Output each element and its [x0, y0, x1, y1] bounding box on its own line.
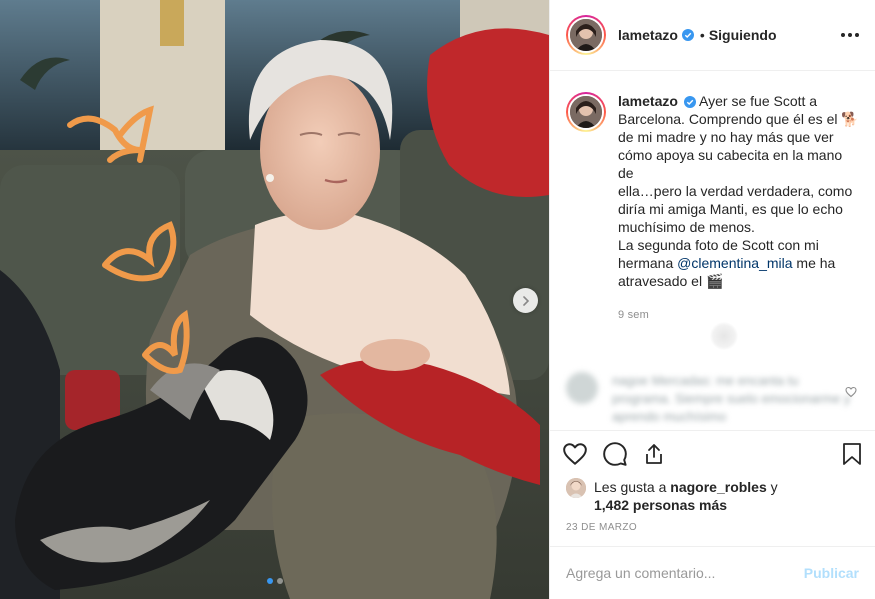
bookmark-icon [843, 442, 861, 465]
likes-prefix: Les gusta a [594, 479, 667, 495]
post-time-ago[interactable]: 9 sem [618, 306, 859, 324]
comment-button[interactable] [602, 434, 642, 474]
post-actions-bar [550, 430, 875, 476]
caption-line: La segunda foto de Scott con mi [618, 237, 819, 253]
add-comment-form: Publicar [550, 546, 875, 599]
share-icon [646, 443, 662, 464]
liker-avatar[interactable] [566, 478, 586, 498]
comment-like-heart-icon[interactable] [845, 386, 857, 398]
likes-joiner: y [770, 479, 778, 495]
avatar-image [570, 96, 602, 128]
likes-count-link[interactable]: 1,482 personas más [594, 497, 727, 513]
avatar-image [570, 19, 602, 51]
caption-username[interactable]: lametazo [618, 93, 678, 109]
save-button[interactable] [823, 434, 863, 474]
caption-line: hermana [618, 255, 674, 271]
header-separator: • [699, 27, 705, 43]
post-side-panel: lametazo • Siguiendo lametazo Ayer se fu… [549, 0, 875, 599]
comment-text: nagoe Mercadas: me encanta tu programa. … [612, 373, 851, 424]
post-image [0, 0, 549, 599]
verified-badge-icon [681, 29, 694, 41]
caption-line: atravesado el 🎬 [618, 273, 724, 289]
avatar-image [566, 478, 586, 498]
comment-bubble-icon [603, 441, 627, 466]
post-photo[interactable] [0, 0, 549, 599]
carousel-next-button[interactable] [513, 288, 538, 313]
comments-scroll-area[interactable]: lametazo Ayer se fue Scott a Barcelona. … [550, 72, 875, 430]
caption-text: lametazo Ayer se fue Scott a Barcelona. … [618, 92, 859, 324]
author-username[interactable]: lametazo [618, 27, 678, 43]
caption-line: Ayer se fue Scott a [699, 93, 818, 109]
post-date[interactable]: 23 DE MARZO [566, 522, 637, 533]
caption-line: de mi madre y no hay más que ver [618, 129, 834, 145]
following-button[interactable]: Siguiendo [709, 27, 777, 43]
carousel-dot [266, 578, 273, 584]
liker-username[interactable]: nagore_robles [670, 479, 766, 495]
caption-line: diría mi amiga Manti, es que lo echo [618, 201, 843, 217]
share-button[interactable] [642, 434, 682, 474]
carousel-indicator [0, 578, 549, 584]
commenter-avatar[interactable] [566, 372, 598, 404]
post-caption: lametazo Ayer se fue Scott a Barcelona. … [550, 72, 875, 324]
more-options-button[interactable] [841, 33, 859, 37]
likes-summary: Les gusta a nagore_robles y 1,482 person… [566, 478, 859, 514]
more-dot-icon [848, 33, 852, 37]
mention-link[interactable]: @clementina_mila [677, 255, 792, 271]
more-dot-icon [841, 33, 845, 37]
post-header: lametazo • Siguiendo [550, 0, 875, 71]
caption-line: ella…pero la verdad verdadera, como [618, 183, 853, 199]
more-dot-icon [855, 33, 859, 37]
comment-item: nagoe Mercadas: me encanta tu programa. … [566, 372, 863, 426]
caption-line: me ha [796, 255, 836, 271]
chevron-right-icon [522, 295, 529, 306]
caption-line: cómo apoya su cabecita en la mano de [618, 147, 843, 181]
author-avatar[interactable] [566, 15, 606, 55]
verified-badge-icon [683, 96, 696, 109]
like-button[interactable] [562, 434, 602, 474]
loading-spinner-icon [710, 322, 738, 350]
caption-line: Barcelona. Comprendo que él es el 🐕 [618, 111, 859, 127]
carousel-dot [276, 578, 283, 584]
comment-input[interactable] [566, 565, 804, 581]
caption-line: muchísimo de menos. [618, 219, 755, 235]
publish-button[interactable]: Publicar [804, 565, 859, 581]
heart-icon [563, 442, 587, 465]
caption-author-avatar[interactable] [566, 92, 606, 132]
